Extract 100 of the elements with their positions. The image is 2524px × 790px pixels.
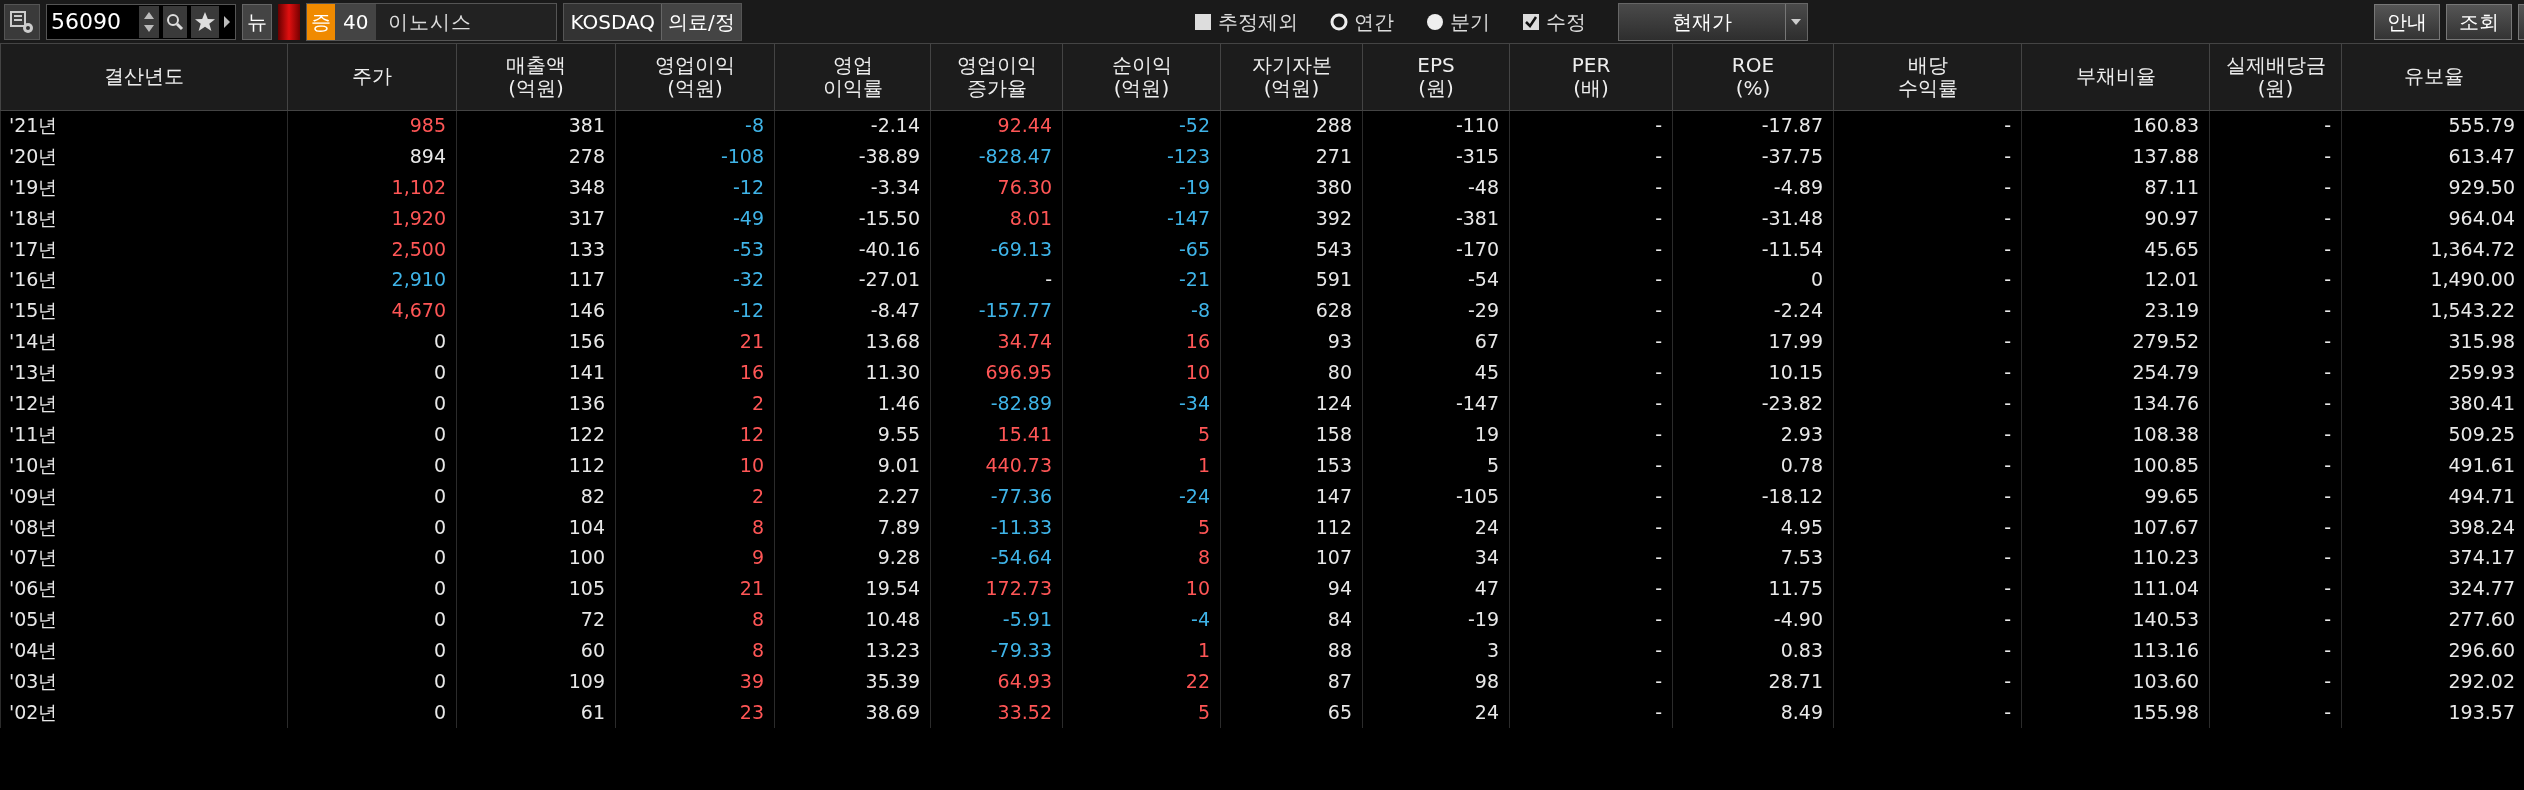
table-cell: 141 (456, 357, 616, 388)
table-cell: - (2209, 635, 2342, 667)
table-cell: 2 (615, 388, 775, 419)
table-cell: 105 (456, 573, 616, 605)
favorite-button[interactable] (191, 5, 219, 38)
table-cell: -8 (615, 110, 775, 141)
table-cell: - (1833, 542, 2022, 574)
toolbar-button[interactable]: 조회 (2446, 3, 2512, 40)
search-button[interactable] (163, 5, 187, 38)
table-cell: -54 (1362, 264, 1510, 296)
table-cell: 109 (456, 666, 616, 697)
table-cell: - (1833, 696, 2022, 728)
table-cell: - (1509, 542, 1673, 574)
table-cell: 39 (615, 666, 775, 697)
table-cell: 1,364.72 (2341, 233, 2524, 265)
table-cell: -24 (1062, 480, 1221, 512)
settings-button[interactable] (4, 3, 40, 40)
table-cell: 0 (287, 480, 457, 512)
table-cell: -4 (1062, 604, 1221, 636)
column-header: PER (배) (1509, 44, 1673, 110)
table-cell: 16 (615, 357, 775, 388)
table-cell: 107 (1220, 542, 1363, 574)
table-cell: '07년 (0, 542, 288, 574)
table-cell: 11.75 (1672, 573, 1834, 605)
table-cell: 392 (1220, 202, 1363, 234)
table-cell: -105 (1362, 480, 1510, 512)
radio-option[interactable]: 분기 (1425, 6, 1490, 37)
table-cell: - (2209, 696, 2342, 728)
table-cell: - (2209, 480, 2342, 512)
table-cell: 28.71 (1672, 666, 1834, 697)
table-cell: - (2209, 202, 2342, 234)
checkbox-option[interactable]: 수정 (1521, 6, 1586, 37)
table-cell: - (1833, 264, 2022, 296)
spinner-button[interactable] (139, 5, 159, 38)
table-cell: - (2209, 666, 2342, 697)
table-cell: - (2209, 171, 2342, 203)
table-cell: 82 (456, 480, 616, 512)
right-triangle-icon[interactable] (223, 14, 231, 29)
column-header: 자기자본 (억원) (1220, 44, 1363, 110)
column-header: EPS (원) (1362, 44, 1510, 110)
table-cell: 5 (1062, 511, 1221, 543)
table-cell: 696.95 (930, 357, 1063, 388)
table-cell: 94 (1220, 573, 1363, 605)
table-cell: - (1833, 635, 2022, 667)
table-cell: 98 (1362, 666, 1510, 697)
column-header: 유보율 (2341, 44, 2524, 110)
table-cell: 5 (1362, 449, 1510, 481)
table-cell: 117 (456, 264, 616, 296)
table-cell: 0 (1672, 264, 1834, 296)
table-cell: 8.01 (930, 202, 1063, 234)
table-cell: 0 (287, 604, 457, 636)
table-cell: - (1833, 511, 2022, 543)
table-cell: -29 (1362, 295, 1510, 327)
table-cell: - (2209, 264, 2342, 296)
stock-code-field[interactable]: 56090 (46, 3, 236, 40)
checkbox-option[interactable]: 추정제외 (1193, 6, 1298, 37)
table-cell: 543 (1220, 233, 1363, 265)
table-cell: - (1509, 295, 1673, 327)
sector-label: 의료/정 (661, 3, 741, 40)
table-cell: 2 (615, 480, 775, 512)
table-cell: 156 (456, 326, 616, 358)
table-cell: -15.50 (774, 202, 931, 234)
table-cell: 3 (1362, 635, 1510, 667)
table-cell: 2,500 (287, 233, 457, 265)
table-cell: 112 (456, 449, 616, 481)
table-cell: 0 (287, 418, 457, 450)
toolbar-button[interactable]: 안내 (2374, 3, 2440, 40)
table-cell: '08년 (0, 511, 288, 543)
table-cell: - (1833, 171, 2022, 203)
table-cell: -5.91 (930, 604, 1063, 636)
table-cell: 193.57 (2341, 696, 2524, 728)
color-swatch (278, 3, 300, 40)
table-cell: 146 (456, 295, 616, 327)
table-cell: 137.88 (2021, 140, 2210, 172)
table-cell: 160.83 (2021, 110, 2210, 141)
search-icon (166, 12, 184, 31)
table-cell: 11.30 (774, 357, 931, 388)
table-cell: 0 (287, 635, 457, 667)
table-cell: 13.68 (774, 326, 931, 358)
radio-option[interactable]: 연간 (1329, 6, 1394, 37)
table-cell: - (1509, 140, 1673, 172)
table-cell: 172.73 (930, 573, 1063, 605)
table-cell: 9 (615, 542, 775, 574)
table-cell: '12년 (0, 388, 288, 419)
table-cell: 24 (1362, 511, 1510, 543)
news-button[interactable]: 뉴 (242, 3, 272, 40)
price-dropdown[interactable]: 현재가 (1617, 2, 1808, 41)
table-cell: - (2209, 388, 2342, 419)
table-cell: 1,102 (287, 171, 457, 203)
table-cell: 153 (1220, 449, 1363, 481)
table-cell: -3.34 (774, 171, 931, 203)
table-cell: 1 (1062, 449, 1221, 481)
table-cell: 112 (1220, 511, 1363, 543)
table-cell: 254.79 (2021, 357, 2210, 388)
table-cell: 19 (1362, 418, 1510, 450)
table-cell: 317 (456, 202, 616, 234)
table-cell: 93 (1220, 326, 1363, 358)
table-cell: - (1509, 171, 1673, 203)
table-cell: '14년 (0, 326, 288, 358)
table-cell: - (1509, 418, 1673, 450)
